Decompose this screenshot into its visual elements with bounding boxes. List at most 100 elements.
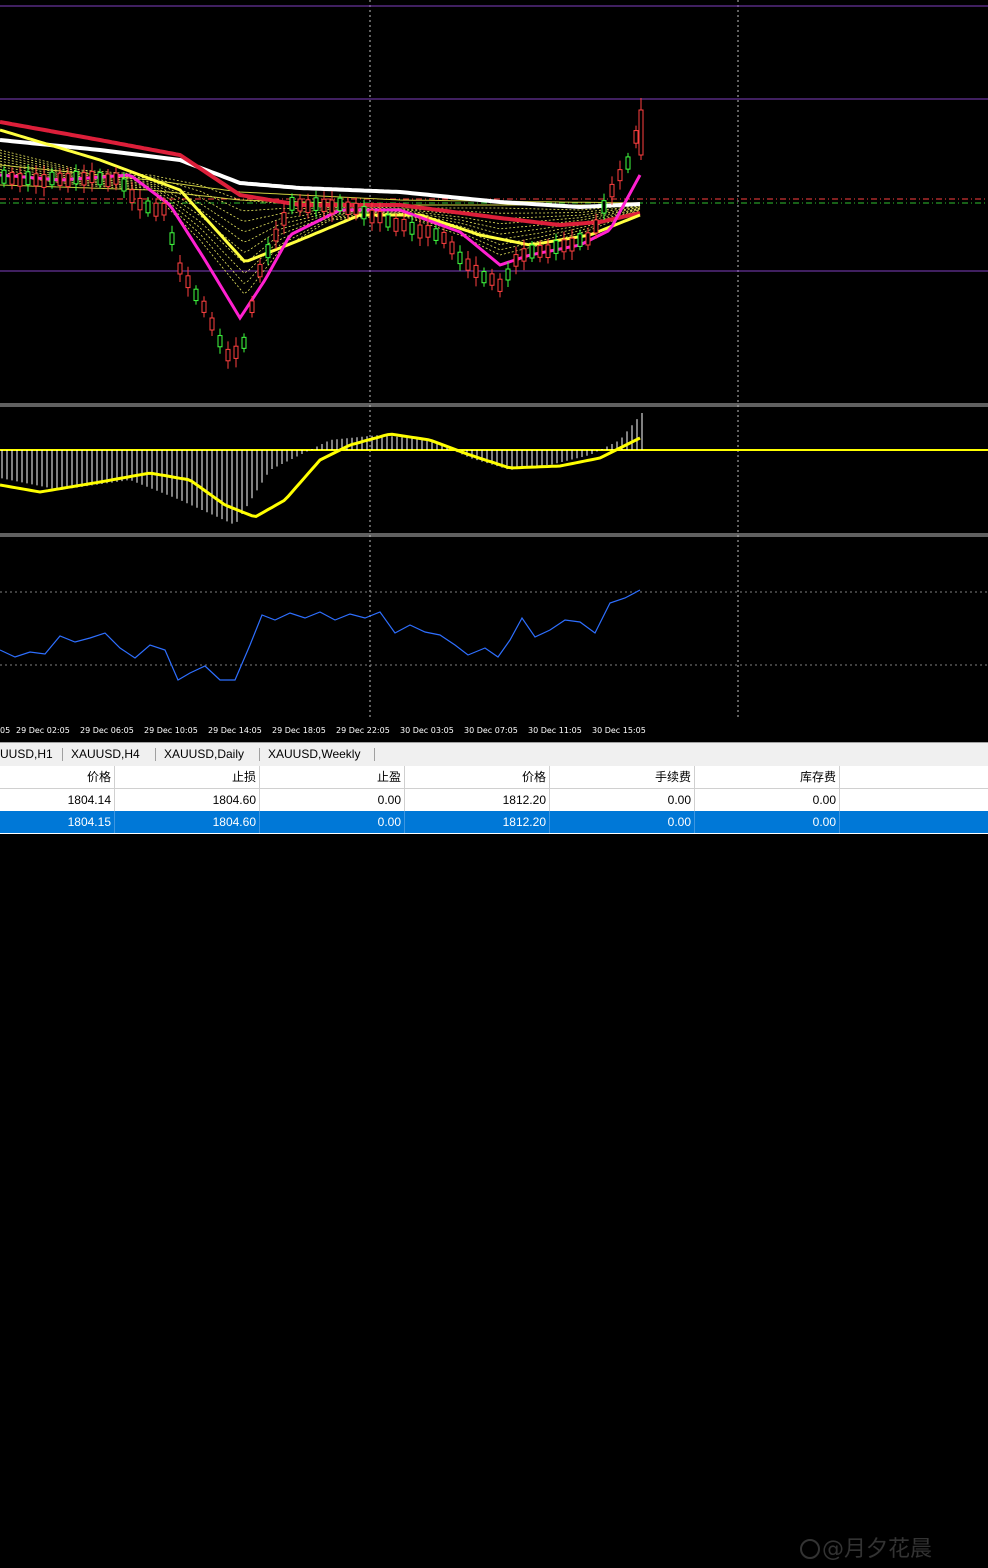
table-row-selected[interactable]: 1804.15 1804.60 0.00 1812.20 0.00 0.00 bbox=[0, 811, 988, 833]
chart-tab-bar: UUSD,H1 XAUUSD,H4 XAUUSD,Daily XAUUSD,We… bbox=[0, 742, 988, 767]
cell-stop-loss: 1804.60 bbox=[115, 789, 260, 811]
candle-body bbox=[9, 171, 15, 185]
time-label: 29 Dec 18:05 bbox=[272, 726, 326, 735]
cell-current-price: 1812.20 bbox=[405, 811, 550, 833]
candle-body bbox=[217, 335, 223, 348]
tab-xauusd-weekly[interactable]: XAUUSD,Weekly bbox=[268, 747, 360, 761]
candle-body bbox=[105, 173, 111, 188]
cell-current-price: 1812.20 bbox=[405, 789, 550, 811]
candle-body bbox=[521, 248, 527, 262]
orders-table: 价格 止损 止盈 价格 手续费 库存费 1804.14 1804.60 0.00… bbox=[0, 766, 988, 1562]
tab-xauusd-h4[interactable]: XAUUSD,H4 bbox=[71, 747, 140, 761]
candle-body bbox=[65, 173, 71, 188]
time-label: 30 Dec 15:05 bbox=[592, 726, 646, 735]
tab-xauusd-daily[interactable]: XAUUSD,Daily bbox=[164, 747, 244, 761]
candle-body bbox=[449, 241, 455, 255]
cell-commission: 0.00 bbox=[550, 811, 695, 833]
moving-average-line bbox=[0, 164, 641, 204]
column-header-price[interactable]: 价格 bbox=[0, 766, 115, 788]
rsi-line bbox=[0, 589, 641, 681]
candle-body bbox=[385, 214, 391, 228]
candle-body bbox=[81, 172, 87, 186]
candle-body bbox=[169, 232, 175, 245]
candle-body bbox=[369, 209, 375, 224]
candle-body bbox=[401, 218, 407, 232]
moving-average-line bbox=[0, 120, 641, 228]
ma-ribbon-line bbox=[0, 174, 641, 295]
candle-body bbox=[177, 262, 183, 275]
candle-body bbox=[417, 224, 423, 239]
column-header-current-price[interactable]: 价格 bbox=[405, 766, 550, 788]
time-label: 29 Dec 22:05 bbox=[336, 726, 390, 735]
time-label: 30 Dec 07:05 bbox=[464, 726, 518, 735]
watermark-logo-icon bbox=[800, 1539, 820, 1559]
column-header-stop-loss[interactable]: 止损 bbox=[115, 766, 260, 788]
candle-body bbox=[89, 171, 95, 184]
candle-body bbox=[97, 172, 103, 186]
macd-signal-line bbox=[0, 432, 641, 518]
candle-body bbox=[545, 244, 551, 259]
cell-price: 1804.14 bbox=[0, 789, 115, 811]
candle-body bbox=[585, 232, 591, 246]
candle-body bbox=[441, 231, 447, 244]
candle-body bbox=[113, 172, 119, 185]
candle-body bbox=[153, 202, 159, 217]
candle-body bbox=[185, 275, 191, 289]
candle-body bbox=[1, 169, 7, 184]
candle-body bbox=[553, 240, 559, 254]
tab-divider bbox=[374, 748, 375, 761]
column-header-swap[interactable]: 库存费 bbox=[695, 766, 840, 788]
candle-body bbox=[561, 239, 567, 253]
candle-body bbox=[289, 196, 295, 211]
cell-take-profit: 0.00 bbox=[260, 789, 405, 811]
cell-price: 1804.15 bbox=[0, 811, 115, 833]
candle-body bbox=[273, 228, 279, 242]
candle-body bbox=[257, 263, 263, 278]
rsi-panel[interactable] bbox=[0, 589, 641, 681]
candle-body bbox=[465, 258, 471, 271]
candle-body bbox=[265, 244, 271, 259]
candle-body bbox=[433, 228, 439, 241]
watermark-text: @月夕花晨 bbox=[822, 1537, 933, 1562]
candle-body bbox=[617, 169, 623, 182]
candle-body bbox=[129, 189, 135, 204]
candle-body bbox=[497, 278, 503, 292]
candle-body bbox=[361, 206, 367, 220]
table-row[interactable]: 1804.14 1804.60 0.00 1812.20 0.00 0.00 bbox=[0, 789, 988, 811]
candle-body bbox=[233, 345, 239, 359]
candle-body bbox=[601, 200, 607, 214]
candle-body bbox=[593, 219, 599, 234]
candle-body bbox=[473, 264, 479, 278]
time-label: 30 Dec 11:05 bbox=[528, 726, 582, 735]
candle-body bbox=[345, 201, 351, 215]
candle-body bbox=[577, 233, 583, 247]
candle-body bbox=[537, 244, 543, 258]
time-label: 29 Dec 14:05 bbox=[208, 726, 262, 735]
cell-commission: 0.00 bbox=[550, 789, 695, 811]
column-header-commission[interactable]: 手续费 bbox=[550, 766, 695, 788]
time-label: 05 bbox=[0, 726, 10, 735]
candle-body bbox=[457, 251, 463, 265]
candle-body bbox=[313, 197, 319, 211]
candle-body bbox=[201, 300, 207, 313]
candle-body bbox=[297, 198, 303, 212]
tab-xauusd-h1[interactable]: UUSD,H1 bbox=[0, 747, 53, 761]
candle-body bbox=[137, 197, 143, 211]
chart-canvas[interactable]: 05 29 Dec 02:05 29 Dec 06:05 29 Dec 10:0… bbox=[0, 0, 988, 742]
candle-body bbox=[329, 199, 335, 214]
candle-body bbox=[57, 172, 63, 186]
candle-body bbox=[193, 288, 199, 302]
column-header-take-profit[interactable]: 止盈 bbox=[260, 766, 405, 788]
time-label: 29 Dec 10:05 bbox=[144, 726, 198, 735]
price-panel[interactable] bbox=[0, 5, 988, 369]
candle-body bbox=[481, 271, 487, 284]
candle-body bbox=[489, 273, 495, 286]
candle-body bbox=[425, 225, 431, 238]
candle-body bbox=[33, 173, 39, 187]
candle-body bbox=[633, 130, 639, 144]
candle-body bbox=[225, 348, 231, 362]
time-label: 29 Dec 06:05 bbox=[80, 726, 134, 735]
candle-body bbox=[409, 221, 415, 235]
macd-panel[interactable] bbox=[0, 413, 988, 524]
price-chart-area[interactable]: 05 29 Dec 02:05 29 Dec 06:05 29 Dec 10:0… bbox=[0, 0, 988, 742]
